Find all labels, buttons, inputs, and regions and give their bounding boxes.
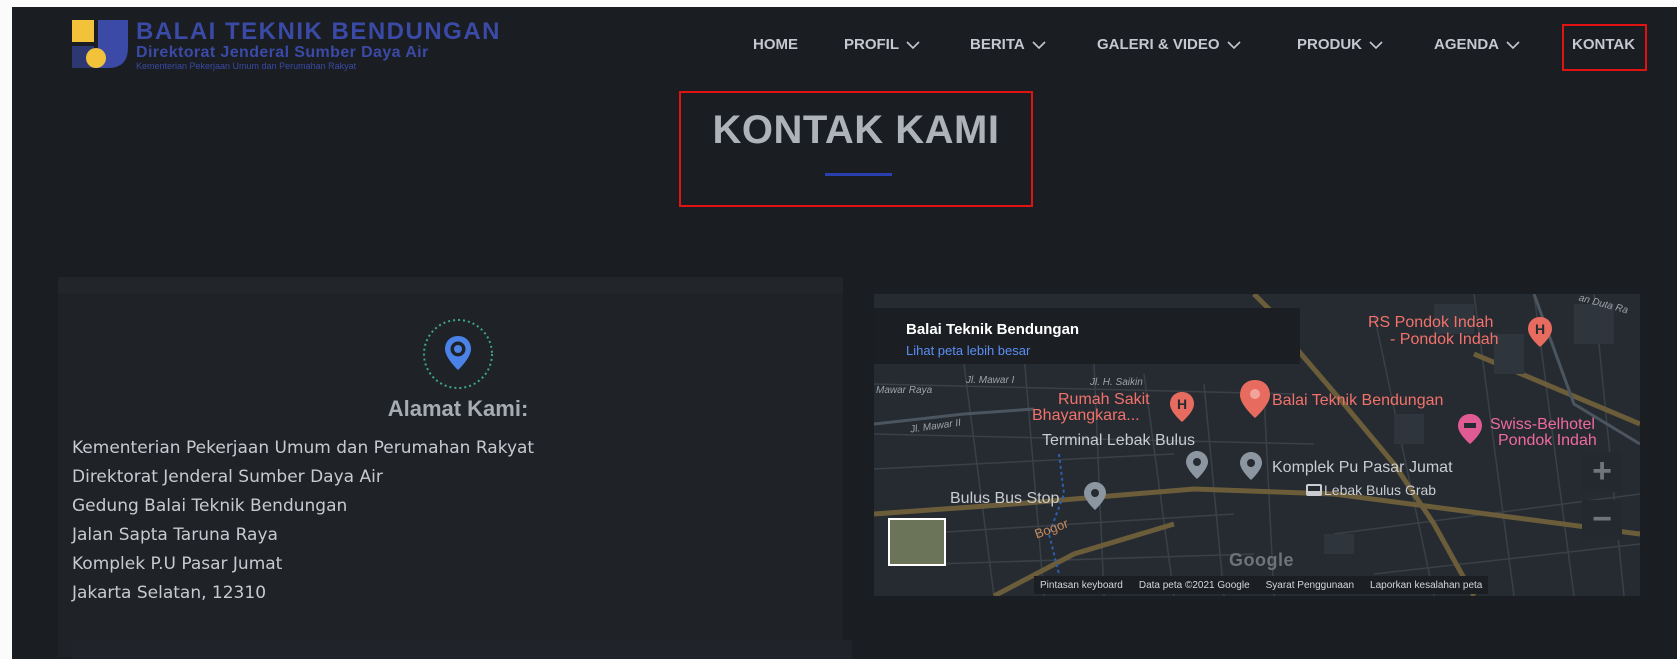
view-larger-map-link[interactable]: Lihat peta lebih besar	[906, 343, 1030, 358]
address-card-edge	[58, 277, 843, 293]
chevron-down-icon	[1506, 40, 1520, 50]
page-title: KONTAK KAMI	[712, 108, 1000, 152]
terms-link[interactable]: Syarat Penggunaan	[1266, 580, 1354, 591]
logo-text: BALAI TEKNIK BENDUNGAN Direktorat Jender…	[136, 20, 501, 72]
balai-marker-icon	[1240, 380, 1270, 418]
map-label: Rumah Sakit	[1058, 391, 1150, 408]
komplek-marker-icon	[1240, 452, 1262, 480]
satellite-toggle[interactable]	[888, 518, 946, 566]
nav-agenda[interactable]: AGENDA	[1434, 36, 1520, 53]
logo-title: BALAI TEKNIK BENDUNGAN	[136, 18, 501, 45]
map-label: Bhayangkara...	[1032, 407, 1140, 424]
map-label: Bulus Bus Stop	[950, 490, 1060, 507]
chevron-down-icon	[1032, 40, 1046, 50]
svg-text:H: H	[1535, 321, 1545, 337]
nav-label: BERITA	[970, 36, 1025, 53]
logo-tagline: Kementerian Pekerjaan Umum dan Perumahan…	[136, 61, 357, 71]
nav-label: HOME	[753, 36, 798, 53]
google-map[interactable]: H H RS Pondok Indah - Pondok Indah Rumah…	[874, 294, 1640, 596]
chevron-down-icon	[1369, 40, 1383, 50]
address-line: Komplek P.U Pasar Jumat	[72, 554, 283, 574]
logo-subtitle: Direktorat Jenderal Sumber Daya Air	[136, 44, 429, 61]
map-label: Swiss-Belhotel	[1490, 416, 1595, 433]
zoom-in-button[interactable]: +	[1582, 452, 1622, 492]
address-line: Direktorat Jenderal Sumber Daya Air	[72, 467, 383, 487]
address-line: Gedung Balai Teknik Bendungan	[72, 496, 348, 516]
map-label: Pondok Indah	[1498, 432, 1597, 449]
map-label: Komplek Pu Pasar Jumat	[1272, 459, 1453, 476]
address-line: Kementerian Pekerjaan Umum dan Perumahan…	[72, 438, 535, 458]
map-label: Jl. H. Saikin	[1090, 377, 1143, 388]
chevron-down-icon	[906, 40, 920, 50]
next-card-edge	[72, 640, 852, 659]
bus-stop-marker-icon	[1084, 482, 1106, 510]
nav-label: GALERI & VIDEO	[1097, 36, 1220, 53]
map-data-credit: Data peta ©2021 Google	[1138, 579, 1250, 591]
map-place-name: Balai Teknik Bendungan	[906, 321, 1080, 338]
title-underline	[825, 173, 892, 176]
location-pin-icon	[423, 319, 493, 389]
bus-icon	[1306, 484, 1322, 496]
chevron-down-icon	[1226, 40, 1241, 50]
address-line: Jakarta Selatan, 12310	[72, 583, 267, 603]
address-heading: Alamat Kami:	[387, 396, 529, 421]
logo-mark-icon	[72, 20, 128, 68]
nav-label: PROFIL	[844, 36, 899, 53]
map-label: - Pondok Indah	[1390, 331, 1499, 348]
nav-label: AGENDA	[1434, 36, 1500, 53]
hospital-marker-icon: H	[1528, 317, 1552, 347]
google-logo: Google	[1229, 550, 1294, 570]
map-label: Jl. Mawar I	[966, 375, 1015, 386]
nav-label: PRODUK	[1297, 36, 1363, 53]
svg-text:H: H	[1177, 396, 1187, 412]
keyboard-shortcuts-link[interactable]: Pintasan keyboard	[1040, 580, 1123, 591]
hospital-marker-icon: H	[1170, 392, 1194, 422]
address-block: Kementerian Pekerjaan Umum dan Perumahan…	[72, 434, 534, 608]
site-logo[interactable]: BALAI TEKNIK BENDUNGAN Direktorat Jender…	[72, 20, 534, 72]
nav-berita[interactable]: BERITA	[970, 36, 1046, 53]
hotel-marker-icon	[1458, 414, 1482, 444]
kontak-highlight-box	[1562, 24, 1647, 71]
nav-produk[interactable]: PRODUK	[1297, 36, 1383, 53]
map-label: Balai Teknik Bendungan	[1272, 392, 1444, 409]
map-info-card: Balai Teknik Bendungan Lihat peta lebih …	[874, 308, 1300, 364]
map-label: Lebak Bulus Grab	[1324, 482, 1437, 498]
map-label: Terminal Lebak Bulus	[1042, 432, 1195, 449]
map-label: RS Pondok Indah	[1368, 314, 1494, 331]
address-line: Jalan Sapta Taruna Raya	[72, 525, 278, 545]
terminal-marker-icon	[1186, 451, 1208, 479]
report-error-link[interactable]: Laporkan kesalahan peta	[1370, 580, 1482, 591]
map-label: Mawar Raya	[876, 385, 933, 396]
nav-galeri-video[interactable]: GALERI & VIDEO	[1097, 36, 1241, 53]
zoom-out-button[interactable]: −	[1582, 500, 1622, 540]
nav-profil[interactable]: PROFIL	[844, 36, 920, 53]
nav-home[interactable]: HOME	[753, 36, 798, 53]
map-footer: Pintasan keyboard Data peta ©2021 Google…	[1034, 576, 1489, 594]
